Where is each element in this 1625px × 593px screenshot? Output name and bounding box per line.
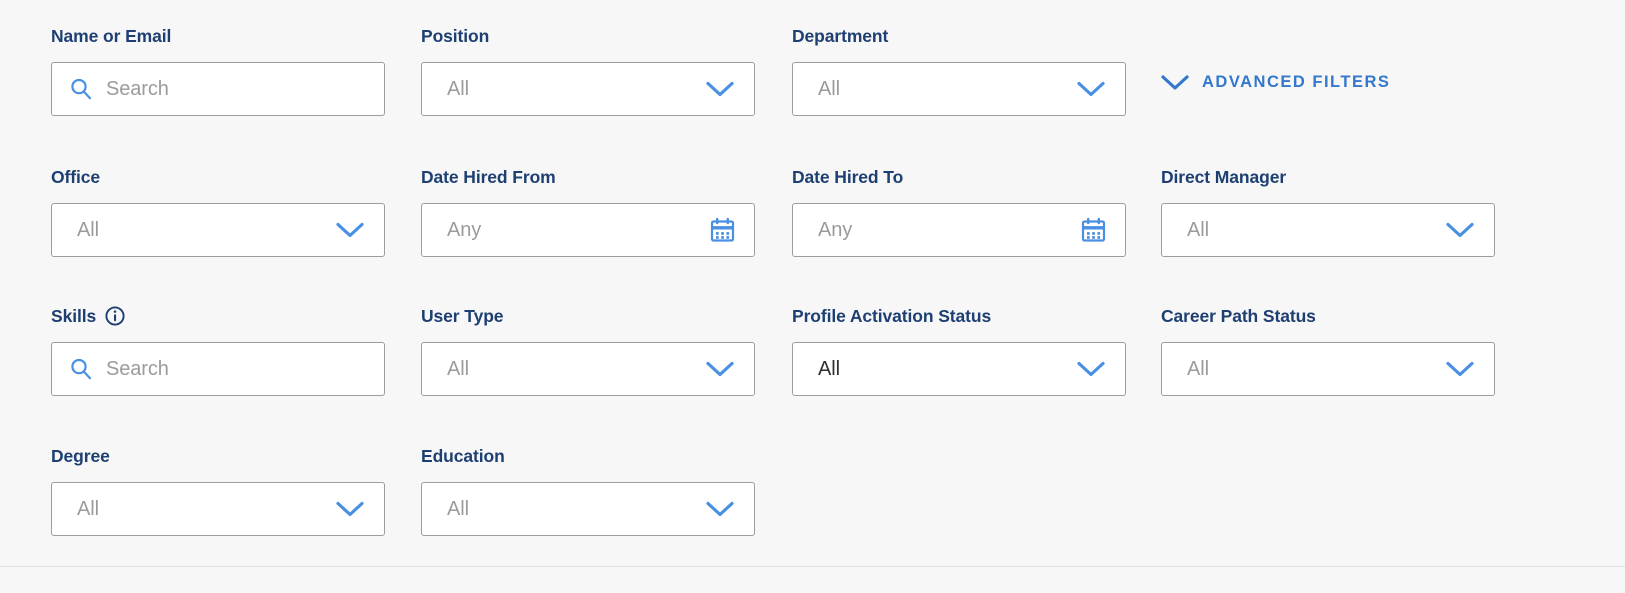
field-label-office: Office [51,165,385,189]
filter-field-user-type: User Type All [421,304,755,396]
chevron-down-icon [1077,81,1105,97]
label-text: Direct Manager [1161,167,1287,187]
placeholder-text: All [1187,358,1209,380]
select-profile-activation-status[interactable]: All [792,342,1126,396]
employee-filter-screen: Name or Email Search Position All Department… [0,0,1625,593]
field-label-user-type: User Type [421,304,755,328]
chevron-down-icon [1446,361,1474,377]
filter-field-profile-activation-status: Profile Activation Status All [792,304,1126,396]
select-department[interactable]: All [792,62,1126,116]
label-text: Education [421,446,505,466]
placeholder-text: All [447,358,469,380]
chevron-down-icon [1077,361,1105,377]
field-label-skills: Skills [51,304,385,328]
label-text: Date Hired From [421,167,556,187]
select-user-type[interactable]: All [421,342,755,396]
placeholder-text: Search [106,78,169,100]
filter-panel: Name or Email Search Position All Department… [0,0,1625,567]
field-label-education: Education [421,444,755,468]
chevron-down-icon [706,361,734,377]
label-text: Position [421,26,490,46]
chevron-down-icon [706,501,734,517]
field-label-name-or-email: Name or Email [51,24,385,48]
label-text: User Type [421,306,504,326]
placeholder-text: All [1187,219,1209,241]
filter-field-skills: Skills Search [51,304,385,396]
select-office[interactable]: All [51,203,385,257]
search-icon [71,78,92,100]
field-label-date-hired-to: Date Hired To [792,165,1126,189]
field-label-department: Department [792,24,1126,48]
filter-field-date-hired-from: Date Hired From Any [421,165,755,257]
select-direct-manager[interactable]: All [1161,203,1495,257]
field-label-position: Position [421,24,755,48]
placeholder-text: Search [106,358,169,380]
filter-field-position: Position All [421,24,755,116]
select-position[interactable]: All [421,62,755,116]
search-input-skills[interactable]: Search [51,342,385,396]
filter-field-date-hired-to: Date Hired To Any [792,165,1126,257]
placeholder-text: All [447,78,469,100]
chevron-down-icon [336,222,364,238]
label-text: Profile Activation Status [792,306,992,326]
filter-field-degree: Degree All [51,444,385,536]
field-label-profile-activation-status: Profile Activation Status [792,304,1126,328]
search-icon [71,358,92,380]
chevron-down-icon [336,501,364,517]
calendar-icon [710,217,735,242]
filter-field-direct-manager: Direct Manager All [1161,165,1495,257]
select-career-path-status[interactable]: All [1161,342,1495,396]
filter-field-department: Department All [792,24,1126,116]
search-input-name-or-email[interactable]: Search [51,62,385,116]
calendar-icon [1081,217,1106,242]
field-label-date-hired-from: Date Hired From [421,165,755,189]
placeholder-text: All [818,78,840,100]
chevron-down-icon [1161,74,1189,90]
filter-field-education: Education All [421,444,755,536]
chevron-down-icon [1446,222,1474,238]
field-label-degree: Degree [51,444,385,468]
label-text: Skills [51,306,97,326]
filter-field-career-path-status: Career Path Status All [1161,304,1495,396]
selected-value: All [818,358,840,380]
label-text: Date Hired To [792,167,904,187]
placeholder-text: All [77,498,99,520]
date-input-date-hired-from[interactable]: Any [421,203,755,257]
info-icon[interactable] [105,306,125,326]
placeholder-text: Any [447,219,482,241]
advanced-filters-toggle[interactable]: ADVANCED FILTERS [1161,72,1390,92]
select-degree[interactable]: All [51,482,385,536]
filter-field-office: Office All [51,165,385,257]
label-text: Office [51,167,100,187]
advanced-filters-label: ADVANCED FILTERS [1202,73,1391,91]
date-input-date-hired-to[interactable]: Any [792,203,1126,257]
field-label-direct-manager: Direct Manager [1161,165,1495,189]
label-text: Name or Email [51,26,172,46]
chevron-down-icon [706,81,734,97]
label-text: Department [792,26,889,46]
select-education[interactable]: All [421,482,755,536]
filter-field-name-or-email: Name or Email Search [51,24,385,116]
field-label-career-path-status: Career Path Status [1161,304,1495,328]
placeholder-text: All [77,219,99,241]
placeholder-text: All [447,498,469,520]
label-text: Degree [51,446,110,466]
placeholder-text: Any [818,219,853,241]
label-text: Career Path Status [1161,306,1316,326]
